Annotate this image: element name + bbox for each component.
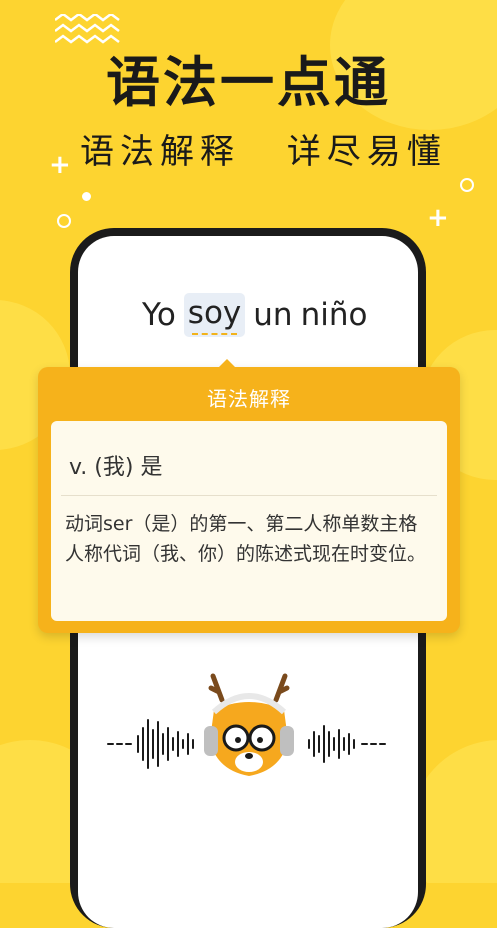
sentence-word[interactable]: Yo (142, 297, 176, 333)
popup-pointer (218, 359, 236, 368)
sentence-word[interactable]: niño (301, 297, 368, 333)
circle-decoration-icon (57, 214, 71, 228)
sentence-word[interactable]: un (253, 297, 292, 333)
sparkle-icon: + (427, 203, 449, 233)
sentence-word-highlighted[interactable]: soy (183, 293, 246, 337)
circle-decoration-icon (460, 178, 474, 192)
popup-divider (61, 495, 437, 496)
circle-decoration-icon (82, 192, 91, 201)
promo-subheadline-left: 语法解释 (80, 132, 240, 172)
grammar-explanation-popup: 语法解释 v. (我) 是 动词ser（是）的第一、第二人称单数主格人称代词（我… (38, 359, 460, 633)
sparkle-icon: + (49, 150, 71, 180)
popup-card: v. (我) 是 动词ser（是）的第一、第二人称单数主格人称代词（我、你）的陈… (51, 421, 447, 621)
promo-subheadline-right: 详尽易懂 (286, 132, 447, 172)
promo-headline: 语法一点通 (106, 51, 391, 114)
grammar-definition: 动词ser（是）的第一、第二人称单数主格人称代词（我、你）的陈述式现在时变位。 (65, 513, 427, 565)
deer-mascot-with-headphones-icon[interactable] (204, 673, 294, 776)
part-of-speech: v. (我) 是 (69, 455, 163, 480)
popup-title: 语法解释 (207, 387, 291, 411)
audio-waveform-icon[interactable] (0, 670, 497, 790)
example-sentence: Yo soy un niño (142, 293, 375, 337)
promo-subheadline: 语法解释 详尽易懂 (80, 124, 447, 173)
